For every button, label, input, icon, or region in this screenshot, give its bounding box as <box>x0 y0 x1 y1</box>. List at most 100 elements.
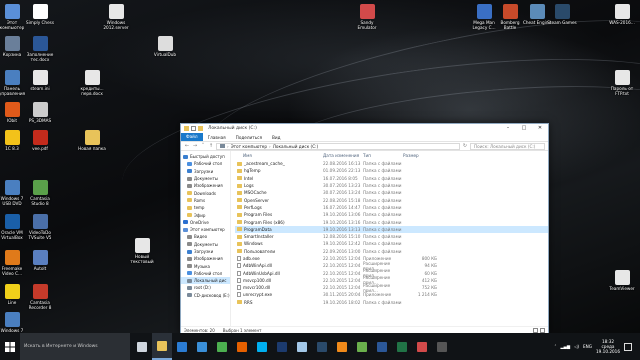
nav-item[interactable]: Изображения <box>181 255 230 262</box>
file-row[interactable]: OpenServer 22.08.2016 15:18 Папка с файлам… <box>235 196 548 203</box>
navigation-pane[interactable]: Быстрый доступ Рабочий стол Загрузки Докуме… <box>181 151 231 326</box>
file-row[interactable]: Program Files (x86) 19.10.2016 13:16 Папка… <box>235 218 548 225</box>
file-row[interactable]: PerfLogs 16.07.2016 14:47 Папка с файлами <box>235 204 548 211</box>
nav-item[interactable]: Документы <box>181 175 230 182</box>
taskbar-app-button[interactable] <box>312 333 332 360</box>
address-input[interactable]: › Этот компьютер › Локальный диск (C:) <box>216 142 460 150</box>
nav-item[interactable]: Локальный дис <box>181 277 230 285</box>
nav-item[interactable]: temp <box>181 204 230 211</box>
file-list[interactable]: Имя Дата изменения Тип Размер _acestream… <box>231 151 548 326</box>
file-row[interactable]: msvcr100.dll 22.10.2015 12:04 Расширение п… <box>235 283 548 293</box>
search-input[interactable]: Поиск: Локальный диск (C:) <box>470 142 545 150</box>
file-row[interactable]: RRS 19.10.2016 18:02 Папка с файлами <box>235 299 548 306</box>
start-button[interactable] <box>0 333 20 360</box>
file-row[interactable]: Windows 19.10.2016 12:42 Папка с файлами <box>235 240 548 247</box>
taskbar-app-button[interactable] <box>352 333 372 360</box>
taskbar-app-button[interactable] <box>252 333 272 360</box>
nav-item[interactable]: Этот компьютер <box>181 226 230 233</box>
back-arrow-icon[interactable]: ← <box>184 143 190 149</box>
desktop-icon[interactable]: Заполнение тес.docx <box>18 34 62 70</box>
tab-view[interactable]: Вид <box>267 135 286 140</box>
file-row[interactable]: MSOCache 30.07.2016 13:24 Папка с файлами <box>235 189 548 196</box>
network-icon[interactable]: ▂▄▆ <box>560 344 570 349</box>
file-row[interactable]: unrecrypt.exe 30.11.2015 20:04 Приложение 1… <box>235 291 548 298</box>
taskbar-app-button[interactable] <box>432 333 452 360</box>
window-titlebar[interactable]: Локальный диск (C:) – □ ✕ <box>181 124 548 133</box>
taskbar-app-button[interactable] <box>172 333 192 360</box>
properties-icon[interactable] <box>191 126 196 131</box>
desktop-icon[interactable]: TeamViewer <box>600 268 640 304</box>
file-row[interactable]: Intel 16.07.2016 8:05 Папка с файлами <box>235 175 548 182</box>
file-row[interactable]: ProgramData 19.10.2016 13:13 Папка с файла… <box>235 225 548 233</box>
taskbar-app-button[interactable] <box>412 333 432 360</box>
column-header-name[interactable]: Имя <box>235 153 323 158</box>
taskbar-app-button[interactable] <box>292 333 312 360</box>
volume-icon[interactable]: ◁) <box>574 344 579 349</box>
desktop-icon[interactable]: VideoToDo TVSuite V5 <box>18 212 62 248</box>
file-row[interactable]: Program Files 19.10.2016 13:06 Папка с фай… <box>235 211 548 218</box>
minimize-button[interactable]: – <box>500 124 516 133</box>
recent-locations-icon[interactable]: ˅ <box>200 143 206 149</box>
taskbar-search-box[interactable]: Искать в Интернете и Windows <box>20 333 130 360</box>
column-header-type[interactable]: Тип <box>363 153 403 158</box>
desktop-icon[interactable]: кредиты... перв.docx <box>70 68 114 104</box>
explorer-window[interactable]: Локальный диск (C:) – □ ✕ Файл Главная П… <box>180 123 549 334</box>
nav-item[interactable]: Загрузки <box>181 248 230 255</box>
desktop-icon[interactable]: Simply Chess <box>18 2 62 38</box>
taskbar-app-button[interactable] <box>232 333 252 360</box>
taskbar-app-button[interactable] <box>332 333 352 360</box>
refresh-icon[interactable]: ↻ <box>462 143 468 149</box>
nav-item[interactable]: root (D:) <box>181 284 230 291</box>
breadcrumb-drive-c[interactable]: Локальный диск (C:) <box>273 144 318 149</box>
taskbar-app-button[interactable] <box>132 333 152 360</box>
desktop-icon[interactable]: VirtualDub <box>143 34 187 70</box>
clock[interactable]: 18:32 среда 19.10.2016 <box>596 339 620 354</box>
taskbar-app-button[interactable] <box>152 333 172 360</box>
file-row[interactable]: Пользователи 22.09.2016 13:00 Папка с файл… <box>235 248 548 255</box>
tab-file[interactable]: Файл <box>181 133 203 141</box>
desktop-icon[interactable]: Новая папка <box>70 128 114 164</box>
desktop-icon[interactable]: Новый текстовый <box>120 236 164 272</box>
nav-item[interactable]: CD-дисковод (E:) <box>181 292 230 299</box>
breadcrumb-this-pc[interactable]: Этот компьютер <box>231 144 267 149</box>
desktop-icon[interactable]: Windows 7 Pro <box>0 310 34 333</box>
column-header-size[interactable]: Размер <box>403 153 443 158</box>
nav-item[interactable]: Музыка <box>181 262 230 269</box>
file-row[interactable]: Logs 30.07.2016 13:23 Папка с файлами <box>235 182 548 189</box>
maximize-button[interactable]: □ <box>516 124 532 133</box>
nav-item[interactable]: Видео <box>181 233 230 240</box>
desktop-icon[interactable]: Camtasia Studio 8 <box>18 178 62 214</box>
file-row[interactable]: hgTemp 01.09.2016 22:13 Папка с файлами <box>235 167 548 174</box>
nav-item[interactable]: Рабочий стол <box>181 160 230 167</box>
nav-item[interactable]: Эфир <box>181 211 230 218</box>
taskbar-app-button[interactable] <box>272 333 292 360</box>
desktop-icon[interactable]: Windows 2012.server <box>94 2 138 38</box>
file-row[interactable]: _acestream_cache_ 22.08.2016 16:13 Папка с… <box>235 160 548 167</box>
nav-item[interactable]: Рабочий стол <box>181 270 230 277</box>
desktop-icon[interactable]: Пароль от FTP.txt <box>600 68 640 104</box>
column-header-date[interactable]: Дата изменения <box>323 153 363 158</box>
nav-item[interactable]: Downloads <box>181 189 230 196</box>
new-folder-icon[interactable] <box>198 126 203 131</box>
forward-arrow-icon[interactable]: → <box>192 143 198 149</box>
taskbar-app-button[interactable] <box>212 333 232 360</box>
tray-up-arrow-icon[interactable]: ˄ <box>554 344 556 349</box>
notification-center-icon[interactable] <box>624 342 632 351</box>
desktop-icon[interactable]: WAS-2016... <box>600 2 640 38</box>
close-button[interactable]: ✕ <box>532 124 548 133</box>
nav-item[interactable]: Roms <box>181 197 230 204</box>
nav-item[interactable]: OneDrive <box>181 219 230 226</box>
nav-item[interactable]: Документы <box>181 241 230 248</box>
desktop-icon[interactable]: Sandy Emulator <box>345 2 389 38</box>
desktop-icon[interactable]: AutoIt <box>18 248 62 284</box>
taskbar-app-button[interactable] <box>192 333 212 360</box>
file-row[interactable]: SmartInstaller 12.08.2016 15:10 Папка с фа… <box>235 233 548 240</box>
taskbar-app-button[interactable] <box>372 333 392 360</box>
taskbar-app-button[interactable] <box>392 333 412 360</box>
up-arrow-icon[interactable]: ↑ <box>208 143 214 149</box>
nav-item[interactable]: Быстрый доступ <box>181 153 230 160</box>
tab-home[interactable]: Главная <box>203 135 231 140</box>
nav-item[interactable]: Изображения <box>181 182 230 189</box>
language-indicator[interactable]: ENG <box>583 344 592 349</box>
desktop-icon[interactable]: steam.ini <box>18 68 62 104</box>
